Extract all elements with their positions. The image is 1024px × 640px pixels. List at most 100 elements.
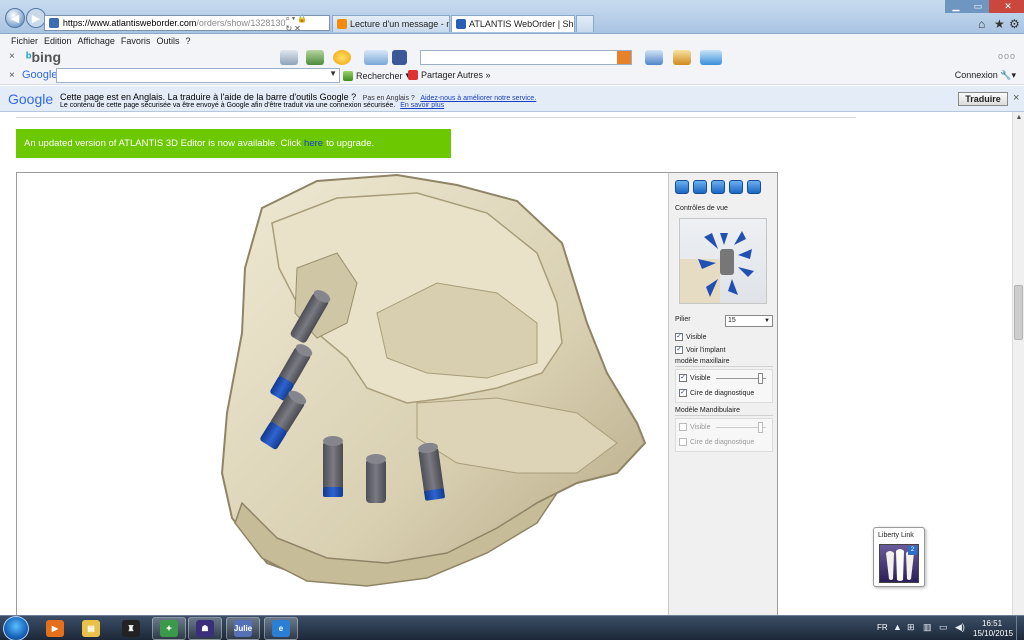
mandibulaire-opacity-slider[interactable]	[716, 422, 766, 433]
maximize-button[interactable]: ▭	[967, 0, 989, 13]
menu-help[interactable]: ?	[185, 34, 196, 48]
slider-thumb[interactable]	[758, 422, 763, 433]
translate-close-button[interactable]: ×	[1013, 92, 1019, 104]
google-toolbar-close-button[interactable]: ×	[9, 70, 15, 81]
dental-scan-canvas[interactable]	[17, 173, 667, 615]
voir-implant-checkbox[interactable]: ✓	[675, 346, 683, 354]
cloud-app-icon[interactable]	[700, 50, 722, 65]
connexion-button[interactable]: Connexion 🔧▾	[955, 70, 1016, 81]
facebook-icon[interactable]	[392, 50, 407, 65]
folder-taskbar-button[interactable]: ▤	[74, 617, 108, 640]
show-desktop-button[interactable]	[1016, 616, 1024, 640]
maxillaire-visible-toggle[interactable]: ✓ Visible	[679, 374, 711, 382]
wrench-icon[interactable]: 🔧▾	[1000, 70, 1016, 80]
minimize-button[interactable]: ▁	[945, 0, 967, 13]
visible-checkbox[interactable]: ✓	[675, 333, 683, 341]
settings-gear-icon[interactable]: ⚙	[1009, 17, 1020, 31]
mandibulaire-visible-toggle[interactable]: Visible	[679, 423, 711, 431]
voir-implant-toggle[interactable]: ✓ Voir l'implant	[675, 346, 725, 354]
address-bar[interactable]: https://www.atlantisweborder.com /orders…	[44, 14, 330, 33]
maxillaire-cire-toggle[interactable]: ✓ Cire de diagnostique	[679, 389, 754, 397]
bee-icon[interactable]	[673, 50, 691, 65]
mandibulaire-visible-checkbox[interactable]	[679, 423, 687, 431]
maxillaire-cire-checkbox[interactable]: ✓	[679, 389, 687, 397]
connexion-label: Connexion	[954, 70, 998, 80]
new-tab-button[interactable]	[576, 15, 594, 32]
news-icon[interactable]	[280, 50, 298, 65]
implant-5[interactable]	[366, 454, 386, 503]
mandibulaire-cire-toggle[interactable]: Cire de diagnostique	[679, 438, 754, 446]
google-search-input[interactable]: ▼	[56, 68, 340, 83]
rechercher-button[interactable]: Rechercher ▾	[343, 70, 410, 81]
tab-mail[interactable]: Lecture d'un message - mail O...	[332, 15, 450, 32]
bing-search-icon[interactable]	[617, 51, 631, 64]
tray-expand-icon[interactable]: ▲	[893, 622, 902, 632]
scroll-up-arrow-icon[interactable]: ▲	[1013, 112, 1024, 124]
menu-edition[interactable]: Edition	[44, 34, 78, 48]
weather-sun-icon[interactable]	[333, 50, 351, 65]
like-thumb-icon[interactable]	[645, 50, 663, 65]
pilier-select[interactable]: 15 ▼	[725, 315, 773, 327]
liberty-link-widget[interactable]: Liberty Link 2	[873, 527, 925, 587]
model-icon[interactable]	[711, 180, 725, 194]
bing-close-button[interactable]: ×	[9, 51, 15, 62]
hat-app-taskbar-button[interactable]: ♜	[114, 617, 148, 640]
start-button[interactable]	[3, 616, 29, 640]
address-tools-icon[interactable]: ⌕▾🔒↻✕	[285, 14, 329, 33]
bing-more-icon[interactable]: ooo	[998, 51, 1016, 61]
share-icon	[408, 70, 418, 80]
menu-favoris[interactable]: Favoris	[121, 34, 157, 48]
ie-icon: e	[272, 620, 290, 637]
windows-flag-icon[interactable]: ⊞	[907, 622, 915, 633]
maps-icon[interactable]	[306, 50, 324, 65]
mail-cloud-icon[interactable]	[364, 50, 388, 65]
traduire-button[interactable]: Traduire	[958, 92, 1008, 106]
window-close-button[interactable]: ✕	[989, 0, 1024, 13]
volume-icon[interactable]: ◀)	[955, 622, 965, 633]
language-indicator[interactable]: FR	[877, 623, 888, 632]
upgrade-text: An updated version of ATLANTIS 3D Editor…	[24, 138, 302, 149]
home-icon[interactable]: ⌂	[978, 17, 985, 31]
mandibulaire-visible-label: Visible	[690, 423, 711, 431]
maxillaire-group-title: modèle maxillaire	[675, 358, 773, 367]
visible-toggle[interactable]: ✓ Visible	[675, 333, 707, 341]
partager-button[interactable]: Partager	[408, 70, 456, 80]
address-host: https://www.atlantisweborder.com	[62, 18, 197, 28]
ie-taskbar-button[interactable]: e	[264, 617, 298, 640]
document-icon[interactable]	[693, 180, 707, 194]
view-control-widget[interactable]	[679, 218, 767, 304]
mail-icon[interactable]	[747, 180, 761, 194]
network-app-taskbar-button[interactable]: ✦	[152, 617, 186, 640]
scroll-thumb[interactable]	[1014, 285, 1023, 340]
tab-atlantis[interactable]: ATLANTIS WebOrder | Sho... ✕	[451, 15, 575, 32]
help-improve-link[interactable]: Aidez-nous à améliorer notre service.	[420, 95, 536, 102]
slider-thumb[interactable]	[758, 373, 763, 384]
mandibulaire-cire-checkbox[interactable]	[679, 438, 687, 446]
maxillaire-visible-checkbox[interactable]: ✓	[679, 374, 687, 382]
chevron-down-icon[interactable]: ▼	[329, 69, 337, 78]
learn-more-link[interactable]: En savoir plus	[400, 102, 444, 109]
julie-app-taskbar-button[interactable]: Julie	[226, 617, 260, 640]
network-icon[interactable]: ▥	[923, 622, 932, 633]
menu-fichier[interactable]: Fichier	[11, 34, 44, 48]
upgrade-here-link[interactable]: here	[304, 138, 323, 149]
media-player-taskbar-button[interactable]: ▶	[38, 617, 72, 640]
maxillaire-opacity-slider[interactable]	[716, 373, 766, 384]
implant-4[interactable]	[323, 436, 343, 497]
page-scrollbar[interactable]: ▲	[1012, 112, 1024, 615]
back-button[interactable]: ◀	[5, 8, 25, 28]
clock-date[interactable]: 15/10/2015	[973, 629, 1013, 638]
forward-button[interactable]: ▶	[26, 8, 46, 28]
tooth-app-taskbar-button[interactable]: ☗	[188, 617, 222, 640]
search-google-icon	[343, 70, 353, 81]
refresh-icon[interactable]	[675, 180, 689, 194]
zoom-icon[interactable]	[729, 180, 743, 194]
battery-icon[interactable]: ▭	[939, 622, 948, 633]
pilier-value: 15	[728, 317, 736, 324]
bing-search-input[interactable]	[420, 50, 632, 65]
clock-time[interactable]: 16:51	[982, 619, 1002, 628]
autres-button[interactable]: Autres »	[457, 70, 491, 80]
menu-outils[interactable]: Outils	[156, 34, 185, 48]
menu-affichage[interactable]: Affichage	[78, 34, 121, 48]
favorites-star-icon[interactable]: ★	[994, 17, 1005, 31]
